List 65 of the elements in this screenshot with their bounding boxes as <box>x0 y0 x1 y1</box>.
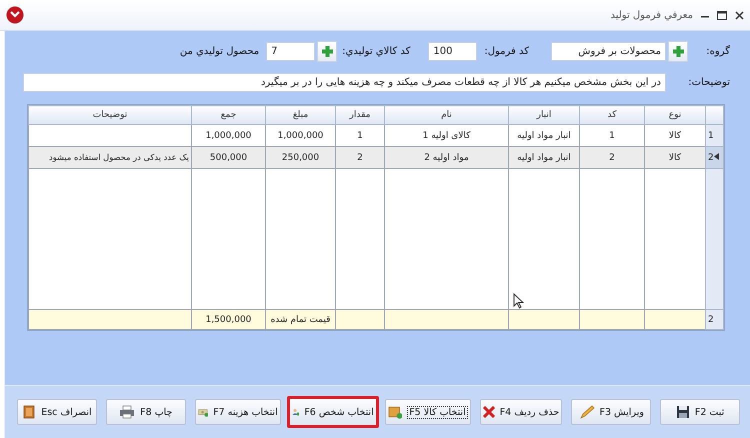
column-header[interactable]: مقدار <box>336 106 384 124</box>
toolbar-button[interactable]: ویرایش F3 <box>571 399 652 425</box>
input-field[interactable]: 7 <box>266 42 316 60</box>
table-cell: مواد اولیه 2 <box>384 146 508 168</box>
maximize-icon[interactable] <box>717 10 727 20</box>
add-button[interactable] <box>668 40 688 62</box>
column-header[interactable]: توضیحات <box>28 106 192 124</box>
summary-cell: قیمت تمام شده <box>266 310 336 330</box>
table-cell: انبار مواد اولیه <box>508 146 580 168</box>
field-label: گروه: <box>705 46 730 56</box>
table-cell: 500,000 <box>192 146 266 168</box>
table-cell: انبار مواد اولیه <box>508 124 580 146</box>
row-header: 2 <box>706 310 724 330</box>
delete-x-icon <box>482 406 495 418</box>
printer-icon <box>119 405 136 419</box>
toolbar-button[interactable]: انصراف Esc <box>17 399 97 425</box>
column-header[interactable]: نوع <box>644 106 706 124</box>
add-button[interactable] <box>317 40 338 62</box>
column-header[interactable]: کد <box>580 106 644 124</box>
summary-cell <box>644 310 706 330</box>
header-corner <box>706 106 724 124</box>
window-title: معرفي فرمول توليد <box>610 10 693 20</box>
table-cell: 250,000 <box>266 146 336 168</box>
toolbar-button[interactable]: انتخاب شخص F6 <box>286 396 379 428</box>
mouse-pointer-icon <box>513 293 524 309</box>
column-header[interactable]: انبار <box>508 106 580 124</box>
app-icon <box>6 6 24 24</box>
table-cell: کالا <box>644 146 706 168</box>
summary-cell: 1,500,000 <box>192 310 266 330</box>
table-cell: 1 <box>336 124 384 146</box>
input-field[interactable]: محصولات بر فروش <box>551 42 666 60</box>
column-header[interactable]: نام <box>384 106 508 124</box>
field-label: کد فرمول: <box>484 46 529 56</box>
toolbar-button[interactable]: ثبت F2 <box>660 399 740 425</box>
table-cell: 2 <box>336 146 384 168</box>
plus-icon <box>320 44 334 58</box>
field-label: توضیحات: <box>687 76 730 88</box>
row-header[interactable]: 1 <box>706 124 724 146</box>
column-header[interactable]: مبلغ <box>266 106 336 124</box>
column-header[interactable]: جمع <box>192 106 266 124</box>
product-name-text: محصول توليدي من <box>180 46 260 56</box>
summary-cell <box>508 310 580 330</box>
table-cell: 1,000,000 <box>192 124 266 146</box>
summary-cell <box>336 310 384 330</box>
table-cell: 1 <box>580 124 644 146</box>
input-field[interactable]: در این بخش مشخص میکنیم هر کالا از چه قطعات مصرف میکند و چه هزینه هایی را در بر میگیرد <box>23 72 666 92</box>
door-icon <box>22 405 36 419</box>
input-field[interactable]: 100 <box>428 42 478 60</box>
table-cell: یک عدد یدکی در محصول استفاده میشود <box>28 146 192 168</box>
row-header[interactable]: 2 <box>706 146 724 168</box>
close-icon[interactable] <box>735 10 744 20</box>
toolbar-button[interactable]: انتخاب هزینه F7 <box>194 399 281 425</box>
toolbar-button[interactable]: چاپ F8 <box>106 399 186 425</box>
field-label: کد کالاي توليدي: <box>342 46 410 56</box>
toolbar-button[interactable]: انتخاب کالا F5 <box>384 399 471 425</box>
current-row-icon <box>714 152 719 160</box>
table-cell: کالای اولیه 1 <box>384 124 508 146</box>
table-cell: 2 <box>580 146 644 168</box>
box-icon <box>388 405 402 419</box>
plus-icon <box>672 44 684 58</box>
table-cell: 1,000,000 <box>266 124 336 146</box>
summary-cell <box>580 310 644 330</box>
table-cell: کالا <box>644 124 706 146</box>
pencil-icon <box>578 405 595 419</box>
toolbar-button[interactable]: حذف ردیف F4 <box>480 399 562 425</box>
